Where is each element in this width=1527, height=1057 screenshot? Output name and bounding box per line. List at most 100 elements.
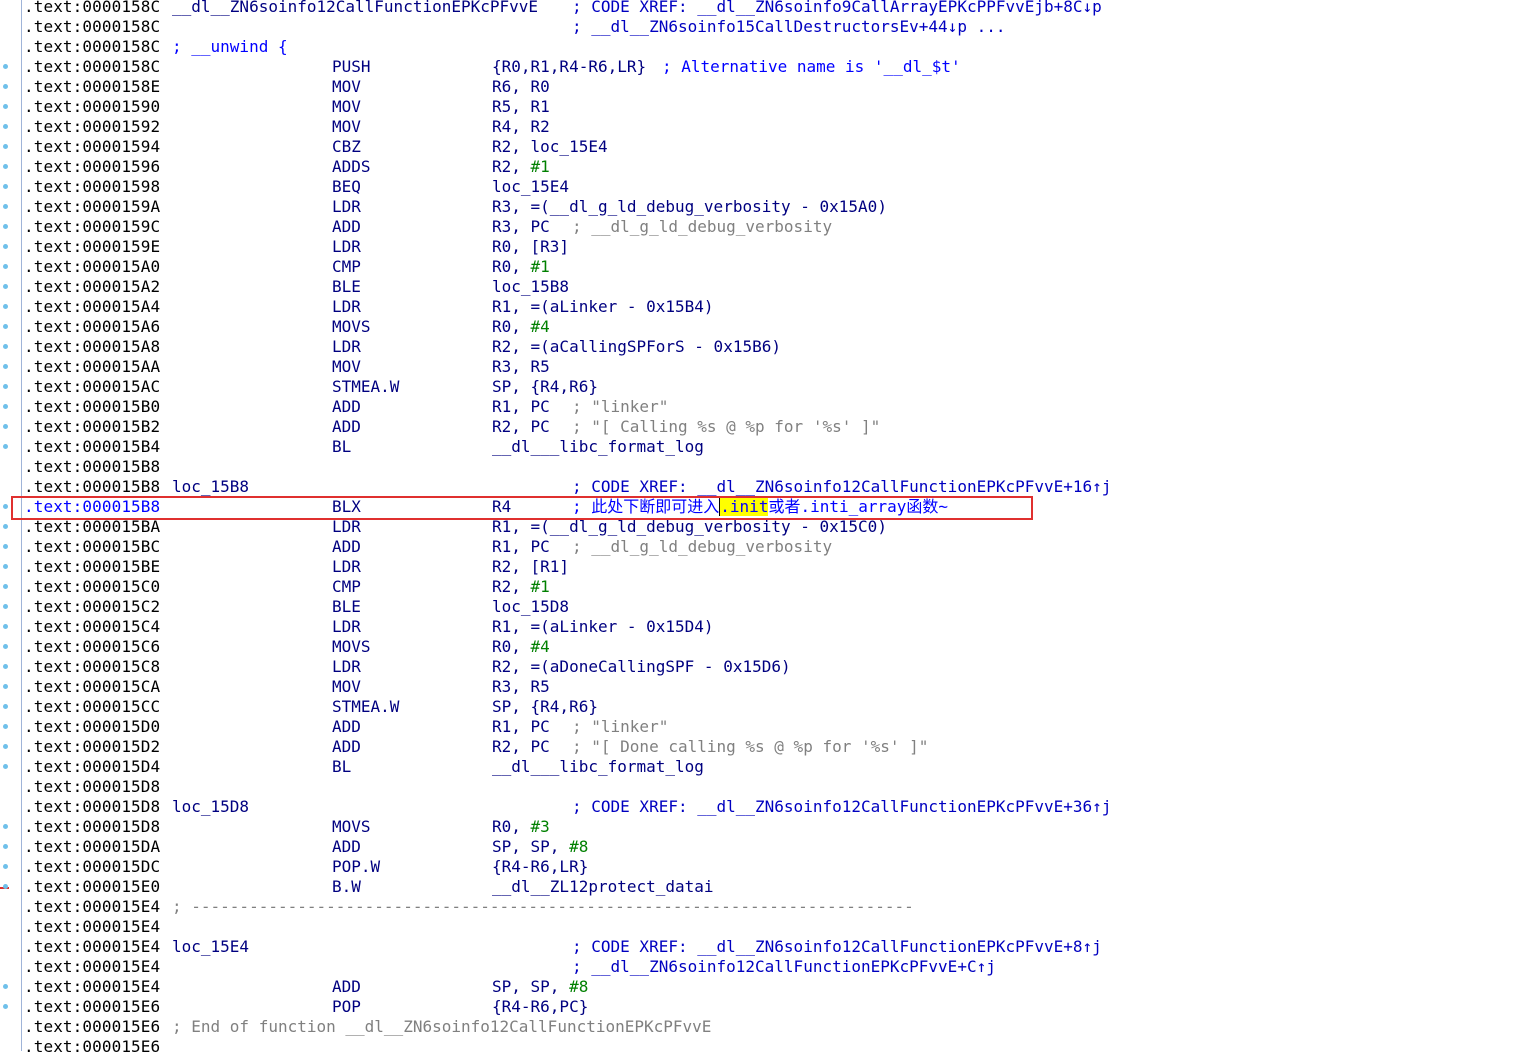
mnemonic[interactable]: LDR [332,557,361,577]
mnemonic[interactable]: ADDS [332,157,371,177]
address[interactable]: .text:00001592 [24,117,160,137]
comment[interactable]: ; __dl__ZN6soinfo12CallFunctionEPKcPFvvE… [572,957,996,977]
operand-text[interactable]: R2, =(aDoneCallingSPF - 0x15D6) [492,657,791,676]
mnemonic[interactable]: MOV [332,97,361,117]
operand-text[interactable]: R1, PC [492,397,550,416]
address[interactable]: .text:000015E6 [24,1037,160,1057]
address[interactable]: .text:0000158C [24,17,160,37]
listing-row[interactable]: .text:000015B4 BL __dl___libc_format_log [0,437,1527,457]
listing-row[interactable]: .text:00001592 MOV R4, R2 [0,117,1527,137]
mnemonic[interactable]: MOV [332,117,361,137]
operands[interactable]: R2, #1 [492,157,550,177]
listing-row[interactable]: .text:00001596 ADDS R2, #1 [0,157,1527,177]
mnemonic[interactable]: ADD [332,417,361,437]
listing-row[interactable]: .text:000015E4 loc_15E4 ; CODE XREF: __dl_… [0,937,1527,957]
mnemonic[interactable]: CBZ [332,137,361,157]
operands[interactable]: {R4-R6,LR} [492,857,588,877]
mnemonic[interactable]: STMEA.W [332,697,399,717]
user-comment[interactable]: ; 此处下断即可进入.init或者.inti_array函数~ [572,497,948,517]
address[interactable]: .text:000015D2 [24,737,160,757]
operands[interactable]: R3, =(__dl_g_ld_debug_verbosity - 0x15A0… [492,197,887,217]
operand-text[interactable]: SP, SP, [492,837,569,856]
comment[interactable]: ; __dl__ZN6soinfo15CallDestructorsEv+44↓… [572,17,1005,37]
address[interactable]: .text:000015B8 [24,497,160,517]
code-label[interactable]: __dl__ZN6soinfo12CallFunctionEPKcPFvvE [172,0,538,17]
listing-row[interactable]: .text:000015CC STMEA.W SP, {R4,R6} [0,697,1527,717]
listing-row[interactable]: .text:000015C2 BLE loc_15D8 [0,597,1527,617]
operands[interactable]: R2, =(aCallingSPForS - 0x15B6) [492,337,781,357]
address[interactable]: .text:000015E0 [24,877,160,897]
mnemonic[interactable]: BL [332,437,351,457]
code-label[interactable]: loc_15D8 [172,797,249,817]
listing-row[interactable]: .text:000015B2 ADD R2, PC ; "[ Calling %s @… [0,417,1527,437]
mnemonic[interactable]: MOVS [332,637,371,657]
operand-text[interactable]: loc_15D8 [492,597,569,616]
address[interactable]: .text:000015AC [24,377,160,397]
operands[interactable]: {R0,R1,R4-R6,LR} [492,57,646,77]
operand-text[interactable]: SP, {R4,R6} [492,377,598,396]
operands[interactable]: {R4-R6,PC} [492,997,588,1017]
address[interactable]: .text:000015E4 [24,937,160,957]
listing-row[interactable]: .text:000015B0 ADD R1, PC ; "linker" [0,397,1527,417]
mnemonic[interactable]: ADD [332,737,361,757]
operands[interactable]: R0, #3 [492,817,550,837]
operand-text[interactable]: R1, PC [492,537,550,556]
address[interactable]: .text:000015E4 [24,977,160,997]
address[interactable]: .text:0000158E [24,77,160,97]
mnemonic[interactable]: BEQ [332,177,361,197]
address[interactable]: .text:000015D0 [24,717,160,737]
address[interactable]: .text:000015B0 [24,397,160,417]
listing-row[interactable]: .text:000015D0 ADD R1, PC ; "linker" [0,717,1527,737]
address[interactable]: .text:000015CA [24,677,160,697]
mnemonic[interactable]: CMP [332,257,361,277]
operand-text[interactable]: R1, =(aLinker - 0x15B4) [492,297,714,316]
operand-text[interactable]: __dl__ZL12protect_datai [492,877,714,896]
operand-text[interactable]: R6, R0 [492,77,550,96]
mnemonic[interactable]: LDR [332,617,361,637]
mnemonic[interactable]: LDR [332,297,361,317]
operand-text[interactable]: __dl___libc_format_log [492,757,704,776]
address[interactable]: .text:000015A4 [24,297,160,317]
mnemonic[interactable]: ADD [332,217,361,237]
operands[interactable]: R3, R5 [492,677,550,697]
address[interactable]: .text:000015BA [24,517,160,537]
code-label[interactable]: loc_15B8 [172,477,249,497]
address[interactable]: .text:000015E4 [24,897,160,917]
listing-row[interactable]: .text:000015E6 [0,1037,1527,1057]
address[interactable]: .text:000015E6 [24,997,160,1017]
operand-text[interactable]: R3, =(__dl_g_ld_debug_verbosity - 0x15A0… [492,197,887,216]
address[interactable]: .text:000015D8 [24,777,160,797]
address[interactable]: .text:000015A2 [24,277,160,297]
address[interactable]: .text:000015DA [24,837,160,857]
operand-text[interactable]: R3, R5 [492,677,550,696]
mnemonic[interactable]: LDR [332,197,361,217]
listing-row[interactable]: .text:000015BA LDR R1, =(__dl_g_ld_debug_v… [0,517,1527,537]
immediate-value[interactable]: #4 [531,317,550,336]
listing-row[interactable]: .text:000015E0 B.W __dl__ZL12protect_datai [0,877,1527,897]
listing-row[interactable]: .text:000015E6 ; End of function __dl__ZN… [0,1017,1527,1037]
listing-row[interactable]: .text:000015E4 [0,917,1527,937]
address[interactable]: .text:0000158C [24,37,160,57]
address[interactable]: .text:0000158C [24,57,160,77]
mnemonic[interactable]: PUSH [332,57,371,77]
mnemonic[interactable]: ADD [332,537,361,557]
operands[interactable]: R4, R2 [492,117,550,137]
listing-row[interactable]: .text:00001594 CBZ R2, loc_15E4 [0,137,1527,157]
mnemonic[interactable]: ADD [332,717,361,737]
listing-row[interactable]: .text:000015BC ADD R1, PC ; __dl_g_ld_debug… [0,537,1527,557]
address[interactable]: .text:000015D4 [24,757,160,777]
address[interactable]: .text:000015BC [24,537,160,557]
operand-text[interactable]: R0, [492,637,531,656]
address[interactable]: .text:00001598 [24,177,160,197]
operands[interactable]: loc_15E4 [492,177,569,197]
listing-row[interactable]: .text:0000158C ; __unwind { [0,37,1527,57]
operand-text[interactable]: R5, R1 [492,97,550,116]
address[interactable]: .text:000015A6 [24,317,160,337]
operand-text[interactable]: {R4-R6,LR} [492,857,588,876]
listing-row[interactable]: .text:000015A4 LDR R1, =(aLinker - 0x15B4) [0,297,1527,317]
address[interactable]: .text:000015C8 [24,657,160,677]
operands[interactable]: SP, {R4,R6} [492,697,598,717]
operands[interactable]: __dl__ZL12protect_datai [492,877,714,897]
operands[interactable]: R1, =(__dl_g_ld_debug_verbosity - 0x15C0… [492,517,887,537]
address[interactable]: .text:000015BE [24,557,160,577]
